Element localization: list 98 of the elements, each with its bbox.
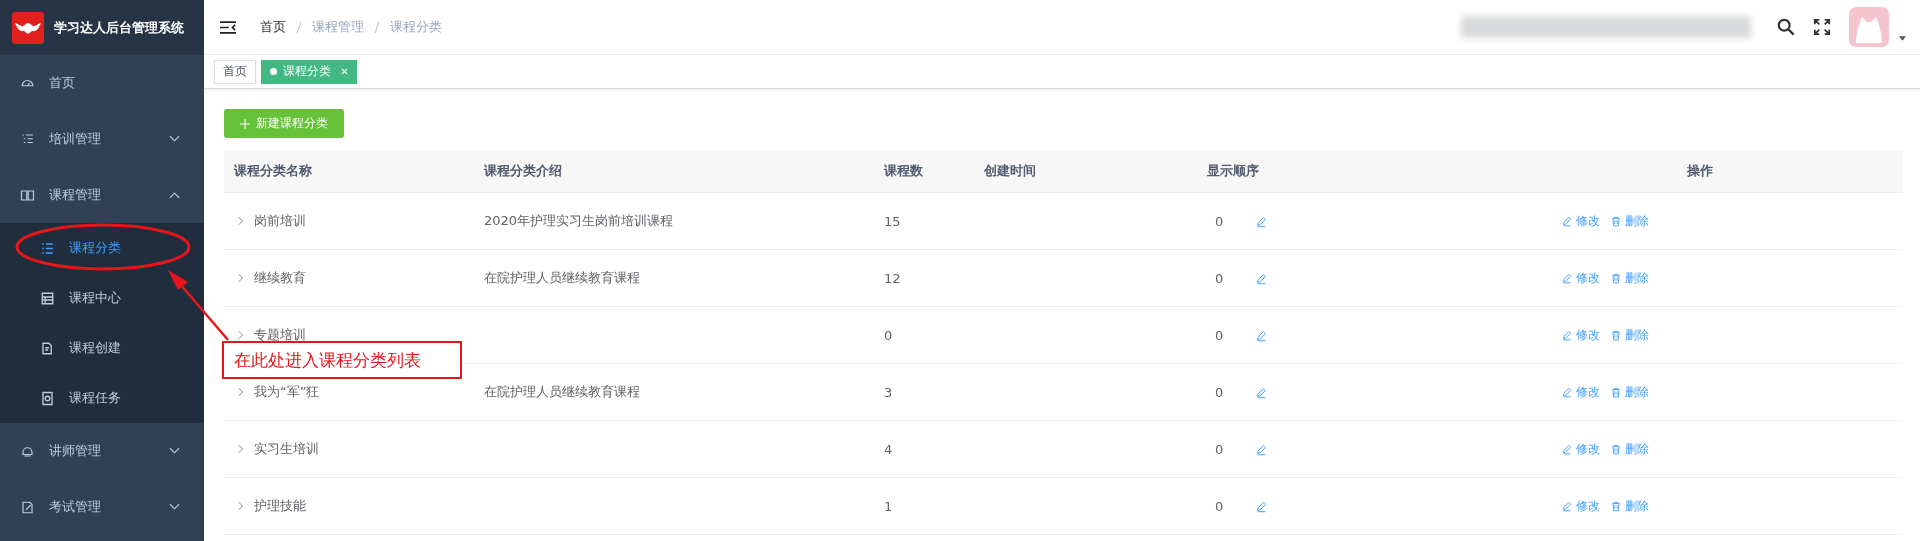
sidebar-item[interactable]: 课程创建 xyxy=(0,323,204,373)
expand-icon[interactable] xyxy=(238,501,244,511)
trash-icon xyxy=(1610,272,1622,284)
caret-icon[interactable] xyxy=(1899,35,1906,41)
breadcrumb-item[interactable]: 首页 xyxy=(260,18,286,36)
sidebar-item[interactable]: 考试管理 xyxy=(0,479,204,535)
expand-icon[interactable] xyxy=(238,273,244,283)
column-header: 操作 xyxy=(1687,162,1713,180)
table-cell: 3 xyxy=(884,384,893,400)
table-cell-text: 0 xyxy=(1215,498,1225,514)
column-header: 课程分类介绍 xyxy=(484,162,562,180)
delete-link[interactable]: 删除 xyxy=(1610,269,1649,287)
sidebar-item[interactable]: 课程任务 xyxy=(0,373,204,423)
table-cell: 专题培训 xyxy=(254,326,306,344)
delete-link[interactable]: 删除 xyxy=(1610,440,1649,458)
pencil-icon[interactable] xyxy=(1255,499,1268,513)
table-cell: 12 xyxy=(884,270,901,286)
table-cell: 4 xyxy=(884,441,893,457)
table-cell: 2020年护理实习生岗前培训课程 xyxy=(484,212,674,230)
trash-icon xyxy=(1610,443,1622,455)
table-cell-text: 0 xyxy=(1215,213,1225,229)
breadcrumb-item: 课程分类 xyxy=(390,18,442,36)
sidebar-item[interactable]: 首页 xyxy=(0,55,204,111)
status-dot xyxy=(270,68,277,75)
breadcrumb-item: 课程管理 xyxy=(312,18,364,36)
app-title: 学习达人后台管理系统 xyxy=(54,18,184,37)
pencil-icon xyxy=(1561,443,1573,455)
menu-icon[interactable] xyxy=(220,20,236,34)
plus-icon xyxy=(240,118,250,129)
table-cell-text: 0 xyxy=(1215,384,1225,400)
table-cell: 1 xyxy=(884,498,893,514)
edit-link[interactable]: 修改 xyxy=(1561,383,1600,401)
trash-icon xyxy=(1610,215,1622,227)
table-cell-text: 0 xyxy=(1215,327,1225,343)
expand-icon[interactable] xyxy=(238,387,244,397)
table-cell: 0 xyxy=(884,327,893,343)
slash-icon xyxy=(296,20,302,34)
expand-icon[interactable] xyxy=(238,216,244,226)
edit-link[interactable]: 修改 xyxy=(1561,497,1600,515)
close-icon[interactable] xyxy=(341,68,348,75)
table-cell: 继续教育 xyxy=(254,269,306,287)
pencil-icon[interactable] xyxy=(1255,385,1268,399)
pencil-icon xyxy=(1561,329,1573,341)
trash-icon xyxy=(1610,329,1622,341)
search-icon[interactable] xyxy=(1777,18,1795,36)
trash-icon xyxy=(1610,386,1622,398)
table-cell: 15 xyxy=(884,213,901,229)
sidebar-item[interactable]: 课程管理 xyxy=(0,167,204,223)
sidebar-item[interactable]: 培训管理 xyxy=(0,111,204,167)
menu-icon xyxy=(40,390,55,406)
pointer-arrow xyxy=(168,270,229,341)
table-cell: 护理技能 xyxy=(254,497,306,515)
sidebar-item[interactable]: 讲师管理 xyxy=(0,423,204,479)
page-tab[interactable]: 课程分类 xyxy=(261,59,357,84)
edit-link[interactable]: 修改 xyxy=(1561,212,1600,230)
add-button[interactable]: 新建课程分类 xyxy=(224,109,344,138)
fullscreen-icon[interactable] xyxy=(1813,18,1831,36)
expand-icon[interactable] xyxy=(238,330,244,340)
annotation-label: 在此处进入课程分类列表 xyxy=(222,341,462,379)
pencil-icon xyxy=(1561,386,1573,398)
pencil-icon[interactable] xyxy=(1255,214,1268,228)
column-header: 课程分类名称 xyxy=(234,162,312,180)
expand-icon[interactable] xyxy=(238,444,244,454)
sidebar-item[interactable]: 课程中心 xyxy=(0,273,204,323)
delete-link[interactable]: 删除 xyxy=(1610,212,1649,230)
table-cell: 实习生培训 xyxy=(254,440,319,458)
pencil-icon[interactable] xyxy=(1255,442,1268,456)
menu-icon xyxy=(40,240,55,256)
bat-logo-icon xyxy=(12,11,44,44)
pencil-icon xyxy=(1561,500,1573,512)
trash-icon xyxy=(1610,500,1622,512)
pencil-icon xyxy=(1561,272,1573,284)
menu-icon xyxy=(20,187,35,203)
delete-link[interactable]: 删除 xyxy=(1610,326,1649,344)
table-cell: 岗前培训 xyxy=(254,212,306,230)
table-cell-text: 0 xyxy=(1215,441,1225,457)
menu-icon xyxy=(40,290,55,306)
page-tab[interactable]: 首页 xyxy=(214,59,256,84)
avatar-icon[interactable] xyxy=(1849,7,1889,47)
slash-icon xyxy=(374,20,380,34)
sidebar-item[interactable]: 课程分类 xyxy=(0,223,204,273)
edit-link[interactable]: 修改 xyxy=(1561,269,1600,287)
menu-icon xyxy=(40,340,55,356)
pencil-icon[interactable] xyxy=(1255,271,1268,285)
table-cell-text: 0 xyxy=(1215,270,1225,286)
menu-icon xyxy=(20,499,35,515)
delete-link[interactable]: 删除 xyxy=(1610,383,1649,401)
delete-link[interactable]: 删除 xyxy=(1610,497,1649,515)
column-header: 创建时间 xyxy=(984,162,1036,180)
column-header: 显示顺序 xyxy=(1207,162,1259,180)
pencil-icon[interactable] xyxy=(1255,328,1268,342)
edit-link[interactable]: 修改 xyxy=(1561,326,1600,344)
edit-link[interactable]: 修改 xyxy=(1561,440,1600,458)
table-cell: 在院护理人员继续教育课程 xyxy=(484,269,640,287)
table-cell: 在院护理人员继续教育课程 xyxy=(484,383,640,401)
column-header: 课程数 xyxy=(884,162,923,180)
pencil-icon xyxy=(1561,215,1573,227)
table-cell: 我为“军”狂 xyxy=(254,383,320,401)
